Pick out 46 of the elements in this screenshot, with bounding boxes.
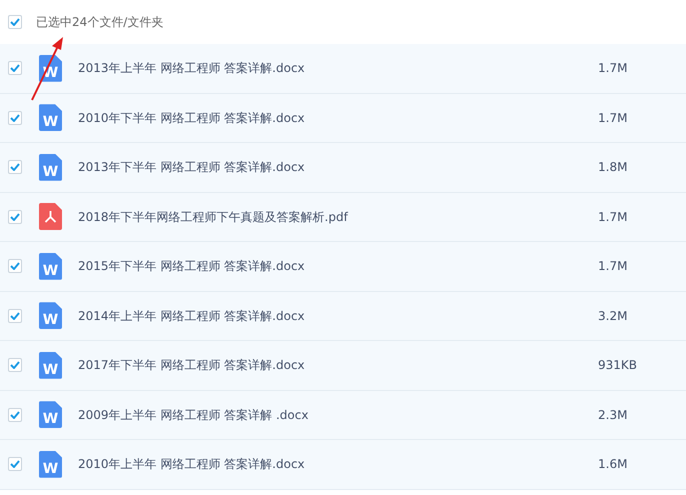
pdf-icon	[39, 203, 62, 230]
file-name: 2018年下半年网络工程师下午真题及答案解析.pdf	[78, 208, 350, 226]
file-row[interactable]: W 2014年上半年 网络工程师 答案详解.docx 3.2M	[0, 292, 686, 341]
file-row[interactable]: 2018年下半年网络工程师下午真题及答案解析.pdf 1.7M	[0, 192, 686, 242]
file-size: 1.6M	[598, 456, 628, 474]
document-icon: W	[39, 154, 62, 181]
checkbox[interactable]	[8, 308, 22, 323]
selection-count: 已选中24个文件/文件夹	[36, 14, 164, 31]
file-name: 2010年上半年 网络工程师 答案详解.docx	[78, 456, 306, 474]
document-icon: W	[39, 252, 62, 280]
file-size: 1.7M	[598, 208, 628, 226]
file-size: 931KB	[598, 357, 638, 374]
file-name: 2014年上半年 网络工程师 答案详解.docx	[78, 308, 306, 325]
checkbox[interactable]	[8, 61, 22, 76]
file-name: 2017年下半年 网络工程师 答案详解.docx	[78, 357, 306, 374]
document-icon: W	[39, 302, 62, 330]
file-row[interactable]: W 2010年下半年 网络工程师 答案详解.docx 1.7M	[0, 94, 686, 143]
document-icon: W	[39, 450, 62, 478]
checkbox[interactable]	[8, 358, 22, 372]
checkbox[interactable]	[8, 160, 22, 174]
file-row[interactable]: W 2009年上半年 网络工程师 答案详解 .docx 2.3M	[0, 390, 686, 440]
file-size: 1.7M	[598, 110, 628, 127]
file-name: 2013年下半年 网络工程师 答案详解.docx	[78, 159, 306, 176]
file-name: 2010年下半年 网络工程师 答案详解.docx	[78, 110, 306, 127]
document-icon: W	[39, 401, 62, 428]
file-size: 3.2M	[598, 308, 628, 325]
file-size: 1.8M	[598, 159, 628, 176]
document-icon: W	[39, 104, 62, 132]
checkbox[interactable]	[8, 110, 22, 125]
file-row[interactable]: W 2010年上半年 网络工程师 答案详解.docx 1.6M	[0, 440, 686, 490]
file-row[interactable]: W 2015年下半年 网络工程师 答案详解.docx 1.7M	[0, 242, 686, 292]
file-name: 2009年上半年 网络工程师 答案详解 .docx	[78, 406, 310, 424]
file-size: 1.7M	[598, 258, 628, 276]
file-row[interactable]: W 2013年下半年 网络工程师 答案详解.docx 1.8M	[0, 143, 686, 192]
checkbox[interactable]	[8, 408, 22, 422]
checkbox[interactable]	[8, 259, 22, 274]
file-name: 2015年下半年 网络工程师 答案详解.docx	[78, 258, 306, 276]
file-size: 1.7M	[598, 60, 628, 78]
document-icon: W	[39, 352, 62, 379]
file-row[interactable]: W 2017年下半年 网络工程师 答案详解.docx 931KB	[0, 341, 686, 390]
checkbox[interactable]	[8, 210, 22, 224]
arrow-annotation	[30, 36, 66, 102]
file-name: 2013年上半年 网络工程师 答案详解.docx	[78, 60, 306, 78]
checkbox[interactable]	[8, 457, 22, 472]
checkbox[interactable]	[8, 15, 22, 29]
file-size: 2.3M	[598, 406, 628, 424]
